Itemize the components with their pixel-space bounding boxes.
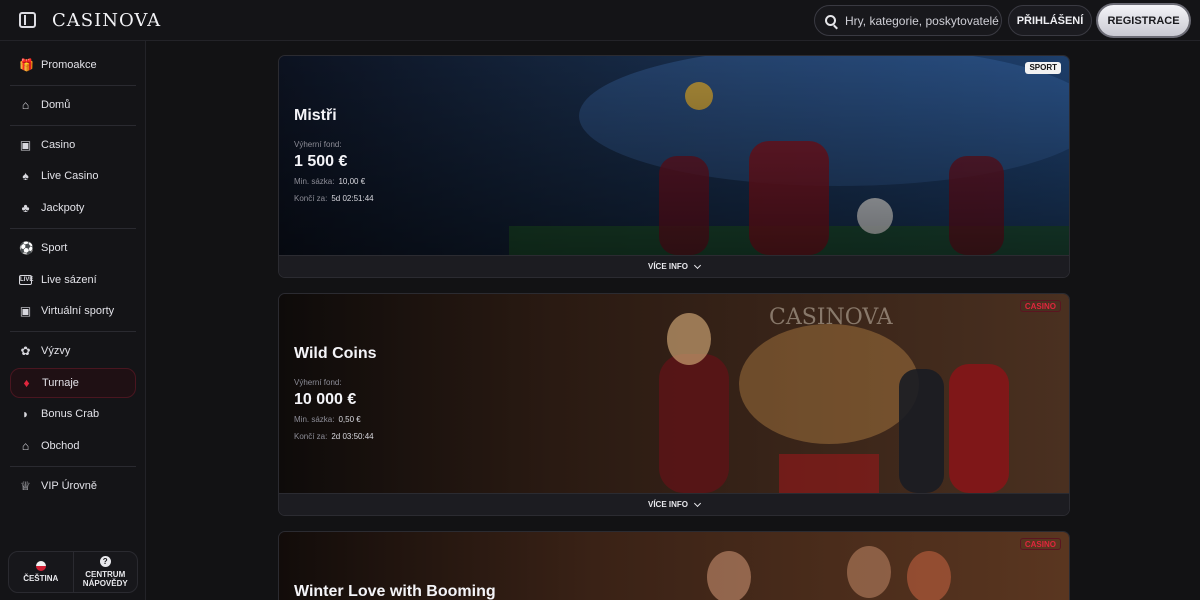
ends-in-value: 5d 02:51:44 [331, 194, 374, 203]
min-bet-label: Min. sázka: [294, 177, 335, 186]
sidebar-item-bonus-crab[interactable]: ◗ Bonus Crab [10, 399, 136, 429]
search-icon [825, 15, 836, 26]
chevron-down-icon [693, 499, 702, 507]
category-tag: SPORT [1025, 62, 1061, 74]
sidebar-item-label: Live sázení [41, 274, 97, 286]
czech-flag-icon [35, 561, 46, 571]
ends-in-label: Končí za: [294, 194, 328, 203]
sidebar-item-turnaje[interactable]: ♦ Turnaje [10, 368, 136, 398]
tournament-card[interactable]: CASINO Winter Love with Booming [278, 531, 1070, 600]
sidebar-item-virtualni-sporty[interactable]: ▣ Virtuální sporty [10, 296, 136, 326]
svg-text:CASINOVA: CASINOVA [769, 305, 894, 330]
more-info-label: VÍCE INFO [647, 500, 688, 509]
sidebar-item-live-sazeni[interactable]: LIVE Live sázení [10, 265, 136, 295]
sidebar-item-vyzvy[interactable]: ✿ Výzvy [10, 336, 136, 366]
min-bet-line: Min. sázka: 10,00 € [294, 177, 365, 186]
sidebar: 🎁 Promoakce ⌂ Domů ▣ Casino ♠ Live Casin… [0, 41, 146, 600]
help-icon: ? [99, 556, 111, 567]
search-box[interactable] [814, 5, 1002, 36]
sidebar-item-live-casino[interactable]: ♠ Live Casino [10, 161, 136, 191]
home-icon: ⌂ [21, 97, 30, 112]
help-center-button[interactable]: ? CENTRUM NÁPOVĚDY [72, 552, 138, 592]
ends-in-value: 2d 03:50:44 [331, 432, 374, 441]
medal-icon: ✿ [20, 343, 31, 358]
prize-pool-value: 1 500 € [294, 153, 348, 170]
register-button[interactable]: REGISTRACE [1098, 5, 1189, 36]
monitor-icon: ▣ [19, 303, 32, 318]
chevron-down-icon [693, 261, 702, 269]
min-bet-value: 10,00 € [338, 177, 366, 186]
slot-machine-icon: ▣ [19, 137, 32, 152]
sidebar-item-sport[interactable]: ⚽ Sport [10, 233, 136, 263]
diamond-icon: ♦ [23, 375, 30, 390]
min-bet-line: Min. sázka: 0,50 € [294, 415, 361, 424]
divider [10, 125, 136, 126]
top-header: CASINOVA PŘIHLÁŠENÍ REGISTRACE [0, 0, 1200, 41]
crown-icon: ♕ [20, 478, 31, 493]
sidebar-item-promoakce[interactable]: 🎁 Promoakce [10, 50, 136, 80]
sidebar-toggle-icon[interactable] [19, 12, 36, 28]
language-label: ČEŠTINA [23, 574, 59, 583]
live-badge-icon: LIVE [19, 275, 34, 285]
tournament-title: Wild Coins [294, 345, 377, 362]
sidebar-item-label: Bonus Crab [41, 408, 100, 420]
ends-in-label: Končí za: [294, 432, 328, 441]
prize-pool-label: Výherní fond: [294, 140, 342, 149]
sidebar-item-label: Turnaje [42, 377, 79, 389]
divider [10, 85, 136, 86]
sidebar-item-jackpoty[interactable]: ♣ Jackpoty [10, 193, 136, 223]
divider [10, 331, 136, 332]
prize-pool-value: 10 000 € [294, 391, 357, 408]
sidebar-item-label: Promoakce [41, 59, 97, 71]
tournament-card[interactable]: CASINOVA CASINO Wild Coins Výherní fond:… [278, 293, 1070, 516]
gift-icon: 🎁 [19, 57, 34, 72]
crab-claw-icon: ◗ [21, 406, 30, 421]
sidebar-item-label: Virtuální sporty [41, 305, 115, 317]
sidebar-item-vip-urovne[interactable]: ♕ VIP Úrovně [10, 471, 136, 501]
sidebar-item-obchod[interactable]: ⌂ Obchod [10, 431, 136, 461]
tournament-banner-sport [279, 56, 1069, 255]
more-info-button[interactable]: VÍCE INFO [279, 255, 1069, 277]
search-input[interactable] [845, 13, 1001, 28]
more-info-button[interactable]: VÍCE INFO [279, 493, 1069, 515]
live-dealer-icon: ♠ [22, 168, 29, 183]
ends-in-line: Končí za: 5d 02:51:44 [294, 194, 374, 203]
sidebar-item-label: Výzvy [41, 345, 71, 357]
category-tag: CASINO [1019, 538, 1061, 550]
sidebar-item-label: Live Casino [41, 170, 99, 182]
min-bet-value: 0,50 € [338, 415, 361, 424]
sidebar-item-domu[interactable]: ⌂ Domů [10, 90, 136, 120]
category-tag: CASINO [1019, 300, 1061, 312]
tournament-title: Winter Love with Booming [294, 583, 496, 600]
help-label-line1: CENTRUM [85, 570, 126, 579]
language-selector[interactable]: ČEŠTINA [9, 552, 73, 592]
tournament-banner-casino: CASINOVA [279, 294, 1069, 493]
min-bet-label: Min. sázka: [294, 415, 335, 424]
sidebar-item-label: Jackpoty [41, 202, 85, 214]
sidebar-footer: ČEŠTINA ? CENTRUM NÁPOVĚDY [8, 551, 138, 593]
ends-in-line: Končí za: 2d 03:50:44 [294, 432, 374, 441]
sidebar-item-label: VIP Úrovně [41, 480, 98, 492]
prize-pool-label: Výherní fond: [294, 378, 342, 387]
help-label-line2: NÁPOVĚDY [82, 579, 128, 588]
logo[interactable]: CASINOVA [52, 10, 161, 31]
tournament-card[interactable]: SPORT Mistři Výherní fond: 1 500 € Min. … [278, 55, 1070, 278]
sidebar-item-label: Sport [41, 242, 68, 254]
sidebar-item-label: Obchod [41, 440, 80, 452]
more-info-label: VÍCE INFO [647, 262, 688, 271]
sidebar-item-casino[interactable]: ▣ Casino [10, 130, 136, 160]
divider [10, 466, 136, 467]
divider [10, 228, 136, 229]
tournament-title: Mistři [294, 107, 337, 124]
sidebar-item-label: Casino [41, 139, 76, 151]
clover-icon: ♣ [21, 200, 30, 215]
login-button[interactable]: PŘIHLÁŠENÍ [1008, 5, 1092, 36]
sidebar-item-label: Domů [41, 99, 71, 111]
football-icon: ⚽ [19, 240, 34, 255]
shop-icon: ⌂ [21, 438, 30, 453]
